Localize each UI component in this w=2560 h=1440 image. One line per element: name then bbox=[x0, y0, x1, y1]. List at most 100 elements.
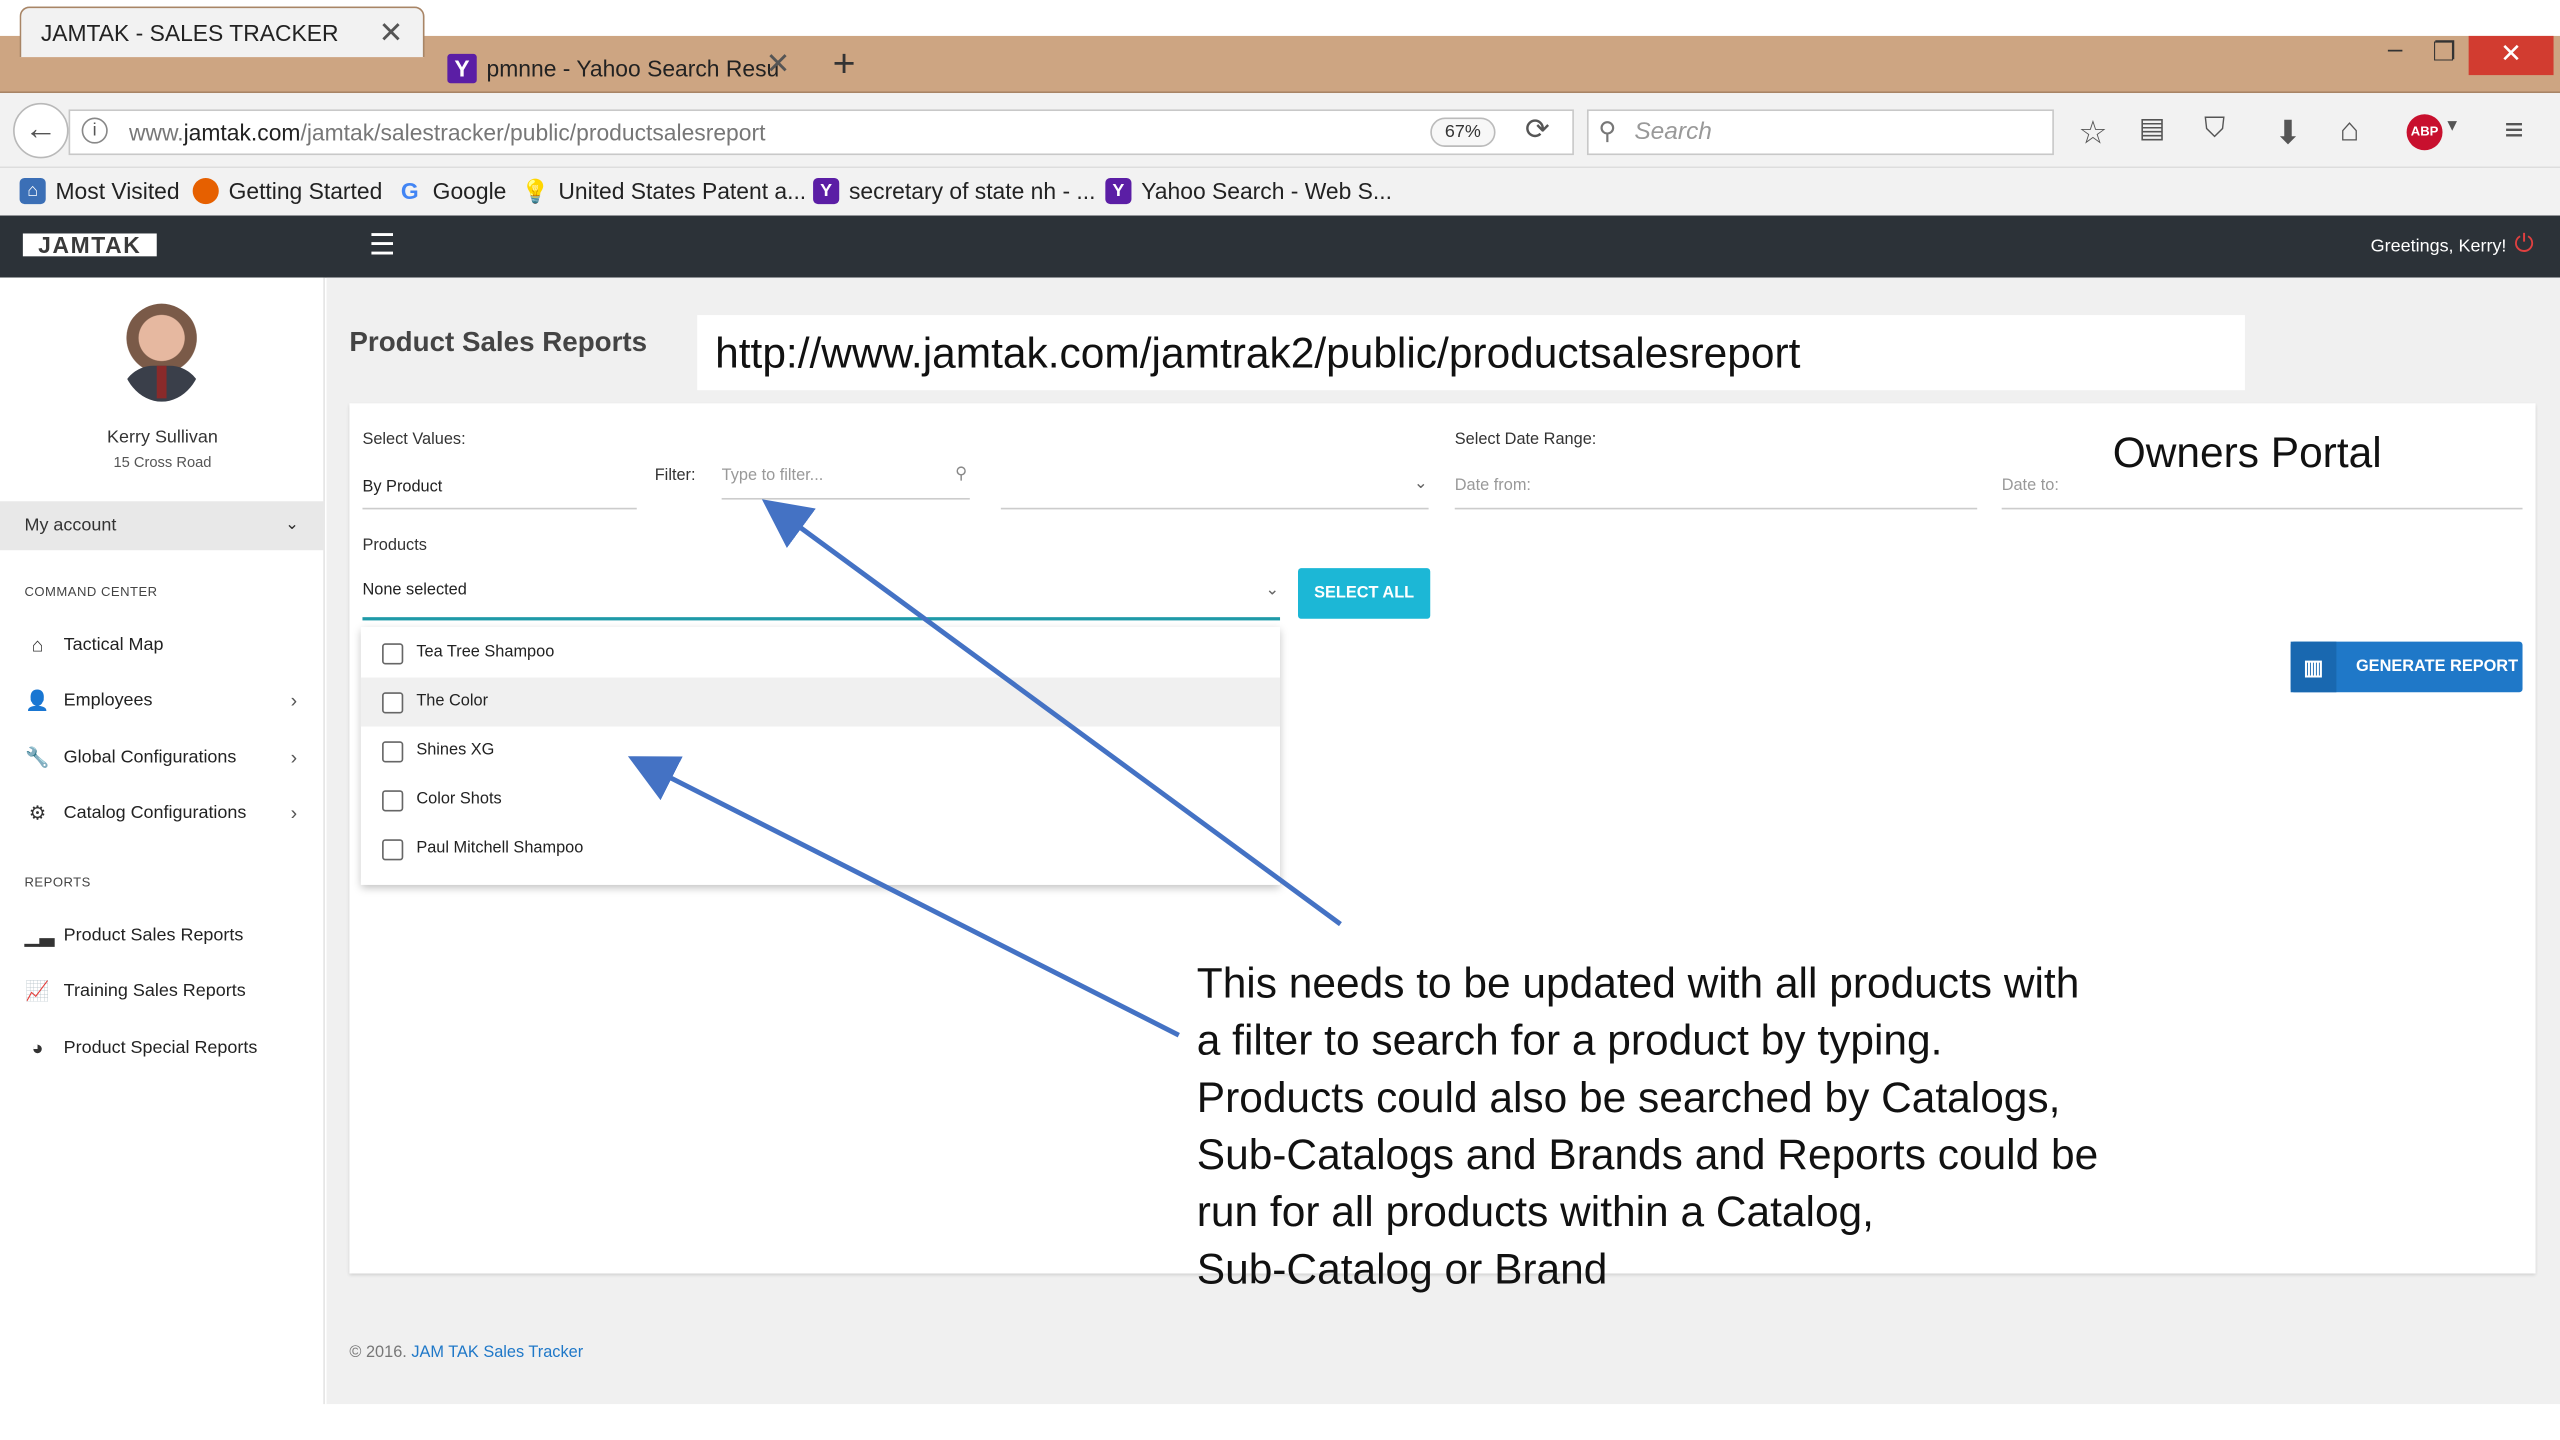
sidebar-item-product-sales-reports[interactable]: ▁▃ Product Sales Reports bbox=[24, 924, 318, 947]
home-icon: ⌂ bbox=[31, 633, 44, 657]
bookmark-icon: ⌂ bbox=[19, 177, 46, 205]
bookmark-label: United States Patent a... bbox=[558, 177, 807, 205]
pocket-icon[interactable]: ⛉ bbox=[2204, 113, 2225, 146]
info-icon[interactable]: i bbox=[81, 117, 108, 144]
bookmarks-bar: ⌂ Most Visited Getting Started G Google 💡 U… bbox=[0, 168, 2560, 216]
chevron-right-icon: › bbox=[290, 746, 298, 770]
annotation-line: Sub-Catalogs and Brands and Reports coul… bbox=[1196, 1129, 2099, 1179]
yahoo-icon: Y bbox=[813, 177, 840, 205]
back-arrow-icon[interactable]: ← bbox=[13, 102, 69, 159]
search-icon: ⚲ bbox=[955, 465, 968, 484]
restore-icon[interactable]: ❐ bbox=[2426, 36, 2462, 75]
products-multiselect[interactable]: None selected bbox=[362, 581, 466, 599]
browser-tab-active[interactable]: JAMTAK - SALES TRACKER ✕ bbox=[19, 6, 425, 58]
search-icon: ⚲ bbox=[1598, 117, 1617, 146]
generate-report-button[interactable]: ▥ GENERATE REPORT bbox=[2290, 641, 2523, 693]
sidebar-item-employees[interactable]: 👤 Employees › bbox=[24, 689, 318, 712]
checkbox[interactable] bbox=[382, 692, 404, 714]
footer-link[interactable]: JAM TAK Sales Tracker bbox=[411, 1344, 583, 1362]
product-label: The Color bbox=[416, 692, 489, 711]
select-values-label: Select Values: bbox=[362, 431, 466, 449]
menu-icon[interactable]: ≡ bbox=[2505, 113, 2524, 151]
minimize-icon[interactable]: – bbox=[2377, 36, 2413, 75]
date-to-input[interactable]: Date to: bbox=[2002, 477, 2059, 495]
chart-icon: ▥ bbox=[2290, 641, 2337, 693]
browser-tab-inactive[interactable]: Y pmnne - Yahoo Search Resu ✕ bbox=[428, 42, 813, 93]
generate-report-label: GENERATE REPORT bbox=[2355, 657, 2519, 676]
chevron-down-icon[interactable]: ⌄ bbox=[1265, 581, 1279, 599]
select-values-dropdown[interactable]: By Product bbox=[362, 478, 442, 496]
zoom-level[interactable]: 67% bbox=[1430, 117, 1496, 147]
sidebar-item-label: Training Sales Reports bbox=[63, 981, 246, 1001]
section-command-center: COMMAND CENTER bbox=[24, 584, 158, 600]
checkbox[interactable] bbox=[382, 741, 404, 763]
checkbox[interactable] bbox=[382, 643, 404, 665]
bookmark-label: Getting Started bbox=[228, 177, 383, 205]
power-icon[interactable]: ⏻ bbox=[2514, 230, 2533, 258]
select-all-button[interactable]: SELECT ALL bbox=[1297, 568, 1431, 619]
user-name: Kerry Sullivan bbox=[107, 427, 218, 448]
chevron-down-icon[interactable]: ⌄ bbox=[1414, 475, 1428, 493]
sidebar-item-label: Product Special Reports bbox=[63, 1038, 258, 1058]
home-icon[interactable]: ⌂ bbox=[2340, 113, 2360, 151]
divider bbox=[721, 497, 970, 500]
annotation-line: Products could also be searched by Catal… bbox=[1196, 1072, 2061, 1122]
sidebar-item-label: Catalog Configurations bbox=[63, 803, 247, 823]
bar-chart-icon: ▁▃ bbox=[24, 924, 55, 947]
hamburger-menu-icon[interactable]: ☰ bbox=[369, 229, 395, 263]
close-tab-icon[interactable]: ✕ bbox=[379, 16, 404, 50]
adblock-icon[interactable]: ABP bbox=[2406, 114, 2443, 151]
close-window-icon[interactable]: ✕ bbox=[2468, 35, 2554, 76]
list-item[interactable]: The Color bbox=[360, 677, 1281, 727]
gear-icon: ⚙ bbox=[28, 801, 47, 825]
checkbox[interactable] bbox=[382, 790, 404, 812]
annotation-line: run for all products within a Catalog, bbox=[1196, 1186, 1874, 1236]
url-prefix: www. bbox=[128, 119, 184, 146]
reload-icon[interactable]: ⟳ bbox=[1525, 113, 1550, 147]
bookmark-secretary[interactable]: Ysecretary of state nh - ... bbox=[813, 177, 1096, 205]
checkbox[interactable] bbox=[382, 839, 404, 861]
annotation-text: This needs to be updated with all produc… bbox=[1197, 955, 2209, 1298]
star-icon[interactable]: ☆ bbox=[2078, 113, 2107, 154]
pie-chart-icon: ◕ bbox=[31, 1036, 44, 1060]
list-item[interactable]: Shines XG bbox=[361, 727, 1280, 776]
reading-list-icon[interactable]: ▤ bbox=[2139, 113, 2165, 146]
url-bar[interactable]: www.jamtak.com/jamtak/salestracker/publi… bbox=[68, 109, 1574, 156]
date-from-input[interactable]: Date from: bbox=[1455, 477, 1531, 495]
bookmark-yahoo-search[interactable]: Y Yahoo Search - Web S... bbox=[1105, 177, 1392, 205]
filter-input[interactable]: Type to filter... bbox=[722, 467, 824, 485]
divider bbox=[1454, 507, 1978, 510]
bookmark-most-visited[interactable]: ⌂ Most Visited bbox=[19, 177, 180, 205]
google-icon: G bbox=[400, 177, 419, 205]
list-item[interactable]: Paul Mitchell Shampoo bbox=[361, 825, 1280, 874]
app-logo[interactable]: JAMTAK bbox=[22, 233, 157, 257]
product-label: Tea Tree Shampoo bbox=[416, 643, 555, 662]
close-tab-icon[interactable]: ✕ bbox=[766, 47, 791, 81]
list-item[interactable]: Tea Tree Shampoo bbox=[361, 629, 1280, 678]
list-item[interactable]: Color Shots bbox=[361, 776, 1280, 825]
sidebar-item-product-special-reports[interactable]: ◕ Product Special Reports bbox=[24, 1037, 318, 1060]
my-account-toggle[interactable]: My account ⌄ bbox=[0, 501, 325, 551]
bookmark-google[interactable]: G Google bbox=[397, 177, 506, 205]
new-tab-icon[interactable]: + bbox=[833, 42, 856, 88]
copyright-text: © 2016. bbox=[349, 1343, 407, 1362]
browser-search-input[interactable]: ⚲ Search bbox=[1586, 109, 2054, 156]
sidebar-item-tactical-map[interactable]: ⌂ Tactical Map bbox=[24, 633, 318, 656]
sidebar-item-training-sales-reports[interactable]: 📈 Training Sales Reports bbox=[24, 980, 318, 1003]
bookmark-getting-started[interactable]: Getting Started bbox=[192, 177, 383, 205]
bookmark-patent[interactable]: 💡 United States Patent a... bbox=[521, 177, 807, 205]
yahoo-icon: Y bbox=[1105, 177, 1132, 205]
url-path: /jamtak/salestracker/public/productsales… bbox=[300, 119, 766, 146]
product-label: Paul Mitchell Shampoo bbox=[416, 839, 584, 858]
download-icon[interactable]: ⬇ bbox=[2274, 113, 2301, 154]
screenshot: JAMTAK - SALES TRACKER ✕ Y pmnne - Yahoo… bbox=[0, 0, 2560, 1440]
annotation-line: Sub-Catalog or Brand bbox=[1196, 1244, 1608, 1294]
sidebar-item-global-configurations[interactable]: 🔧 Global Configurations › bbox=[24, 746, 318, 769]
wrench-icon: 🔧 bbox=[25, 746, 50, 770]
sidebar-item-catalog-configurations[interactable]: ⚙ Catalog Configurations › bbox=[24, 802, 318, 825]
sidebar-item-label: Global Configurations bbox=[63, 747, 237, 768]
products-dropdown: Tea Tree Shampoo The Color Shines XG Col… bbox=[360, 626, 1281, 885]
bookmark-label: secretary of state nh - ... bbox=[849, 177, 1096, 205]
dropdown-caret-icon[interactable]: ▼ bbox=[2444, 118, 2460, 136]
yahoo-icon: Y bbox=[447, 53, 477, 83]
